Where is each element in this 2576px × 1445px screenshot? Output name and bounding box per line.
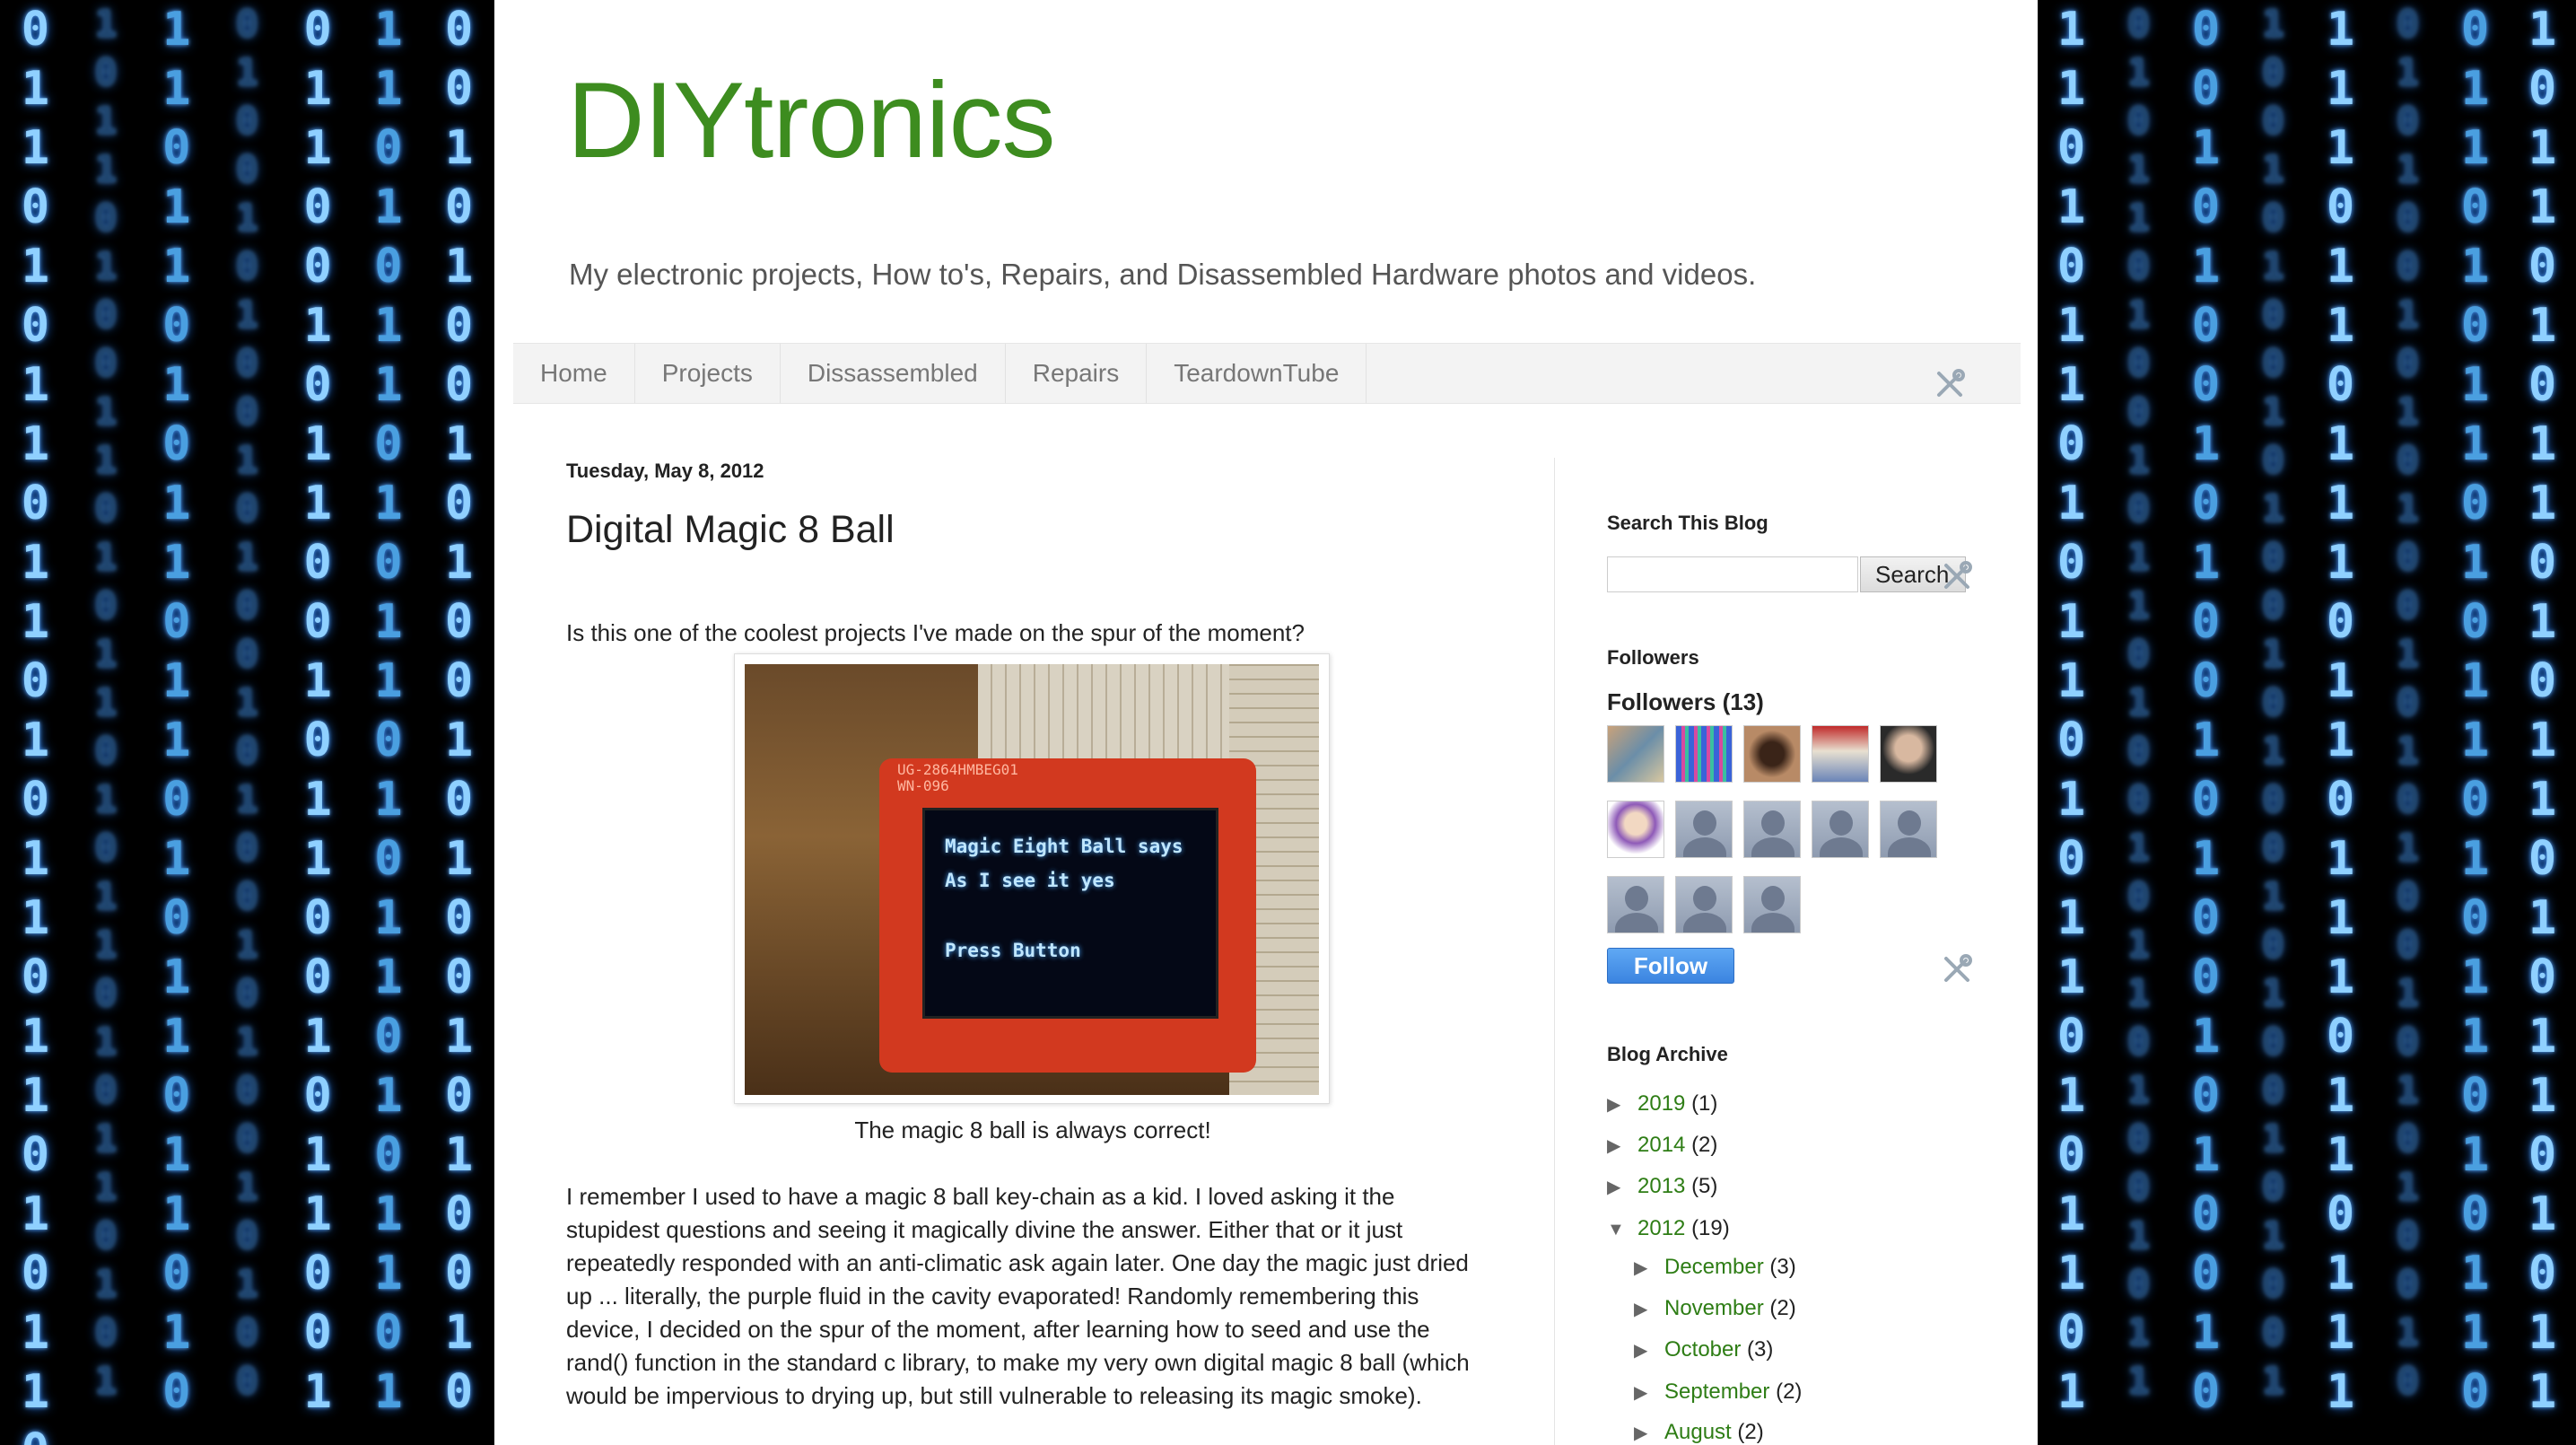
triangle-right-icon[interactable]: ▶	[1634, 1381, 1664, 1404]
archive-year-2012[interactable]: ▼ 2012 (19)	[1607, 1216, 1730, 1241]
archive-month-link[interactable]: August	[1664, 1420, 1732, 1444]
triangle-down-icon[interactable]: ▼	[1607, 1220, 1637, 1240]
archive-year-link[interactable]: 2019	[1637, 1091, 1685, 1116]
follower-avatar[interactable]	[1607, 725, 1664, 783]
follower-avatar[interactable]	[1880, 801, 1937, 858]
triangle-right-icon[interactable]: ▶	[1607, 1134, 1637, 1157]
blog-title[interactable]: DIYtronics	[567, 58, 1055, 182]
archive-month-september[interactable]: ▶ September (2)	[1634, 1379, 1802, 1405]
pcb-label: UG-2864HMBEG01 WN-096	[897, 762, 1018, 794]
post-photo[interactable]: UG-2864HMBEG01 WN-096 Magic Eight Ball s…	[734, 653, 1330, 1104]
archive-count: (3)	[1747, 1337, 1774, 1362]
follower-avatar[interactable]	[1607, 801, 1664, 858]
archive-year-2013[interactable]: ▶ 2013 (5)	[1607, 1174, 1717, 1199]
followers-count: Followers (13)	[1607, 688, 1764, 715]
archive-count: (5)	[1691, 1174, 1718, 1198]
follower-avatar[interactable]	[1607, 876, 1664, 933]
follower-avatar[interactable]	[1743, 725, 1801, 783]
archive-month-october[interactable]: ▶ October (3)	[1634, 1337, 1773, 1362]
archive-count: (3)	[1769, 1255, 1796, 1279]
screen-line-3: Press Button	[945, 940, 1081, 961]
archive-year-2019[interactable]: ▶ 2019 (1)	[1607, 1091, 1717, 1117]
archive-count: (2)	[1769, 1296, 1796, 1320]
archive-year-2014[interactable]: ▶ 2014 (2)	[1607, 1133, 1717, 1158]
post-intro: Is this one of the coolest projects I've…	[566, 619, 1305, 646]
wrench-screwdriver-icon[interactable]	[1939, 951, 1975, 987]
triangle-right-icon[interactable]: ▶	[1634, 1257, 1664, 1279]
follower-avatar[interactable]	[1812, 725, 1869, 783]
blog-description: My electronic projects, How to's, Repair…	[569, 258, 1757, 291]
follower-avatar[interactable]	[1675, 876, 1733, 933]
archive-year-link[interactable]: 2013	[1637, 1174, 1685, 1198]
pcb-label-line1: UG-2864HMBEG01	[897, 761, 1018, 778]
archive-count: (2)	[1737, 1420, 1764, 1444]
search-input[interactable]	[1607, 556, 1858, 592]
archive-year-link[interactable]: 2012	[1637, 1216, 1685, 1240]
oled-board-photo: UG-2864HMBEG01 WN-096 Magic Eight Ball s…	[745, 664, 1319, 1095]
archive-count: (2)	[1776, 1379, 1803, 1404]
post-body: I remember I used to have a magic 8 ball…	[566, 1183, 1470, 1409]
follower-avatar[interactable]	[1675, 801, 1733, 858]
archive-month-link[interactable]: December	[1664, 1255, 1764, 1279]
archive-count: (2)	[1691, 1133, 1718, 1157]
triangle-right-icon[interactable]: ▶	[1634, 1298, 1664, 1320]
oled-pcb: UG-2864HMBEG01 WN-096 Magic Eight Ball s…	[879, 758, 1256, 1073]
archive-count: (1)	[1691, 1091, 1718, 1116]
triangle-right-icon[interactable]: ▶	[1634, 1422, 1664, 1444]
oled-screen: Magic Eight Ball says As I see it yes Pr…	[922, 808, 1218, 1019]
triangle-right-icon[interactable]: ▶	[1634, 1339, 1664, 1362]
follower-avatar[interactable]	[1743, 801, 1801, 858]
follower-avatar[interactable]	[1880, 725, 1937, 783]
archive-month-december[interactable]: ▶ December (3)	[1634, 1255, 1796, 1280]
tab-projects[interactable]: Projects	[635, 344, 781, 403]
follow-button[interactable]: Follow	[1607, 948, 1734, 984]
follower-avatar[interactable]	[1812, 801, 1869, 858]
follower-avatar[interactable]	[1743, 876, 1801, 933]
blog-page: DIYtronics My electronic projects, How t…	[494, 0, 2038, 1445]
wrench-screwdriver-icon[interactable]	[1939, 558, 1975, 594]
tab-teardowntube[interactable]: TeardownTube	[1147, 344, 1367, 403]
tab-dissassembled[interactable]: Dissassembled	[781, 344, 1006, 403]
archive-count: (19)	[1691, 1216, 1730, 1240]
archive-month-link[interactable]: October	[1664, 1337, 1741, 1362]
archive-month-link[interactable]: November	[1664, 1296, 1764, 1320]
tab-repairs[interactable]: Repairs	[1006, 344, 1148, 403]
screen-line-1: Magic Eight Ball says	[945, 836, 1183, 857]
column-divider	[1554, 458, 1555, 1445]
followers-heading: Followers	[1607, 646, 1699, 669]
post-date: Tuesday, May 8, 2012	[566, 460, 764, 482]
wrench-screwdriver-icon[interactable]	[1932, 366, 1968, 402]
matrix-background-right: 1 1 0 1 0 1 1 0 1 0 1 1 0 1 0 1 1 0 1 0 …	[2038, 0, 2576, 1445]
archive-month-link[interactable]: September	[1664, 1379, 1769, 1404]
screen-line-2: As I see it yes	[945, 870, 1115, 891]
archive-month-august[interactable]: ▶ August (2)	[1634, 1420, 1764, 1445]
pcb-label-line2: WN-096	[897, 777, 949, 794]
photo-caption: The magic 8 ball is always correct!	[854, 1117, 1211, 1143]
search-heading: Search This Blog	[1607, 512, 1768, 534]
triangle-right-icon[interactable]: ▶	[1607, 1176, 1637, 1198]
archive-month-november[interactable]: ▶ November (2)	[1634, 1296, 1796, 1321]
archive-year-link[interactable]: 2014	[1637, 1133, 1685, 1157]
matrix-background-left: 0 1 1 0 1 0 1 1 0 1 1 0 1 0 1 1 0 1 1 0 …	[0, 0, 494, 1445]
follower-avatar[interactable]	[1675, 725, 1733, 783]
triangle-right-icon[interactable]: ▶	[1607, 1093, 1637, 1116]
tab-home[interactable]: Home	[513, 344, 635, 403]
post-title[interactable]: Digital Magic 8 Ball	[566, 508, 895, 552]
nav-tabs: Home Projects Dissassembled Repairs Tear…	[513, 343, 2021, 404]
archive-heading: Blog Archive	[1607, 1043, 1728, 1065]
